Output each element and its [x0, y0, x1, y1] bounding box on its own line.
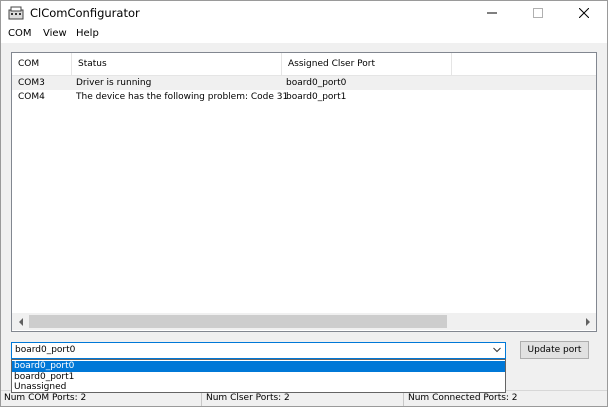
minimize-button[interactable]	[469, 1, 515, 25]
close-icon	[579, 8, 589, 18]
maximize-icon	[533, 8, 543, 18]
close-button[interactable]	[561, 1, 607, 25]
column-header-assigned-port[interactable]: Assigned Clser Port	[282, 53, 452, 75]
port-option[interactable]: Unassigned	[12, 382, 505, 393]
window-title: ClComConfigurator	[30, 6, 140, 20]
menu-com[interactable]: COM	[8, 28, 31, 39]
serial-port-icon	[8, 6, 24, 20]
app-window: ClComConfigurator COM View Help COM Stat…	[0, 0, 608, 407]
port-list[interactable]: COM Status Assigned Clser Port COM3 Driv…	[11, 52, 597, 332]
scroll-left-button[interactable]	[12, 313, 29, 330]
chevron-left-icon	[18, 317, 23, 326]
port-option[interactable]: board0_port1	[12, 372, 505, 383]
menu-view[interactable]: View	[43, 28, 67, 39]
cell-assigned-port: board0_port0	[286, 78, 347, 88]
scrollbar-thumb[interactable]	[29, 315, 447, 328]
menu-bar: COM View Help	[1, 25, 607, 43]
status-clser-ports: Num Clser Ports: 2	[206, 393, 290, 403]
port-select-value: board0_port0	[15, 345, 76, 355]
minimize-icon	[487, 12, 497, 14]
cell-status: Driver is running	[76, 78, 152, 88]
port-select-dropdown: board0_port0 board0_port1 Unassigned	[11, 359, 506, 393]
status-com-ports: Num COM Ports: 2	[4, 393, 87, 403]
cell-status: The device has the following problem: Co…	[76, 92, 289, 102]
update-port-button[interactable]: Update port	[520, 341, 589, 359]
column-header-status[interactable]: Status	[72, 53, 282, 75]
maximize-button[interactable]	[515, 1, 561, 25]
status-divider	[201, 392, 202, 406]
port-option[interactable]: board0_port0	[12, 361, 505, 372]
status-divider	[403, 392, 404, 406]
scroll-right-button[interactable]	[579, 313, 596, 330]
chevron-down-icon	[493, 347, 501, 353]
cell-com: COM3	[18, 78, 45, 88]
table-row[interactable]: COM4 The device has the following proble…	[12, 90, 596, 104]
menu-help[interactable]: Help	[76, 28, 99, 39]
table-row[interactable]: COM3 Driver is running board0_port0	[12, 76, 596, 90]
column-header-com[interactable]: COM	[12, 53, 72, 75]
chevron-right-icon	[585, 317, 590, 326]
cell-assigned-port: board0_port1	[286, 92, 347, 102]
title-bar[interactable]: ClComConfigurator	[1, 1, 607, 25]
cell-com: COM4	[18, 92, 45, 102]
status-connected-ports: Num Connected Ports: 2	[408, 393, 518, 403]
port-select[interactable]: board0_port0	[11, 342, 506, 359]
list-header: COM Status Assigned Clser Port	[12, 53, 596, 76]
horizontal-scrollbar[interactable]	[12, 313, 596, 330]
